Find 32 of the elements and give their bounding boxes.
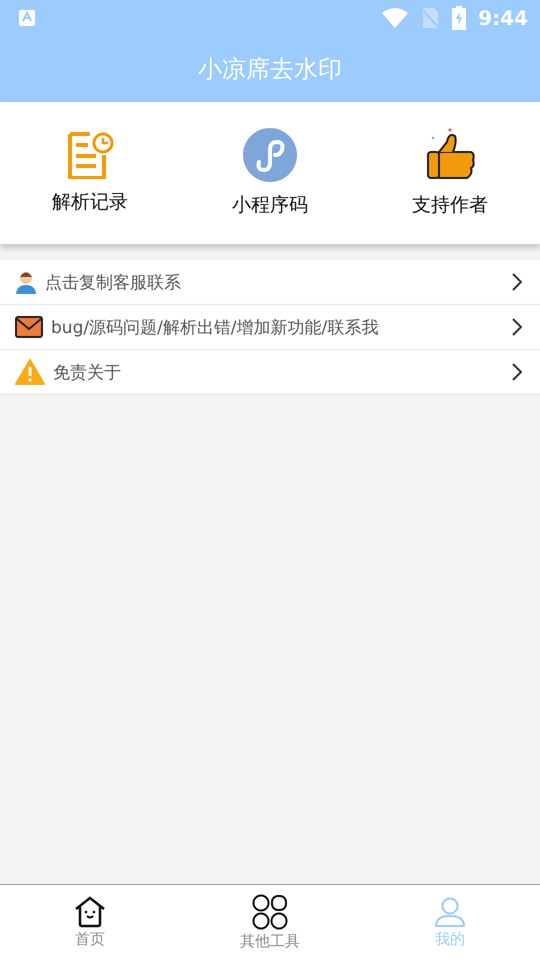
- no-sim-icon: [420, 7, 440, 29]
- chevron-right-icon: [512, 318, 522, 336]
- app-title: 小凉席去水印: [198, 54, 342, 85]
- keyboard-icon: [18, 9, 36, 27]
- shortcut-label: 解析记录: [52, 190, 128, 215]
- mini-program-icon: [243, 128, 297, 182]
- thumbs-up-icon: [425, 128, 475, 182]
- user-icon: [434, 896, 466, 928]
- battery-charging-icon: [452, 6, 466, 30]
- warning-icon: [15, 359, 45, 385]
- list-label: bug/源码问题/解析出错/增加新功能/联系我: [51, 316, 380, 338]
- chevron-right-icon: [512, 273, 522, 291]
- shortcut-item[interactable]: 解析记录: [0, 102, 180, 244]
- shortcut-item[interactable]: 支持作者: [360, 102, 540, 244]
- document-clock-icon: [66, 131, 114, 179]
- support-agent-icon: [15, 270, 37, 294]
- envelope-icon: [15, 316, 43, 338]
- shortcut-label: 支持作者: [412, 193, 488, 218]
- tab[interactable]: 其他工具: [180, 885, 360, 960]
- status-time: 9:44: [478, 6, 528, 30]
- tab[interactable]: 首页: [0, 885, 180, 960]
- shortcut-label: 小程序码: [232, 193, 308, 218]
- wifi-icon: [382, 8, 408, 28]
- chevron-right-icon: [512, 363, 522, 381]
- list-label: 点击复制客服联系: [45, 272, 182, 294]
- list-item[interactable]: 免责关于: [0, 350, 540, 395]
- list-label: 免责关于: [53, 362, 122, 384]
- home-icon: [74, 896, 106, 928]
- list-item[interactable]: 点击复制客服联系: [0, 260, 540, 305]
- list-item[interactable]: bug/源码问题/解析出错/增加新功能/联系我: [0, 305, 540, 350]
- grid-icon: [252, 894, 288, 930]
- shortcut-item[interactable]: 小程序码: [180, 102, 360, 244]
